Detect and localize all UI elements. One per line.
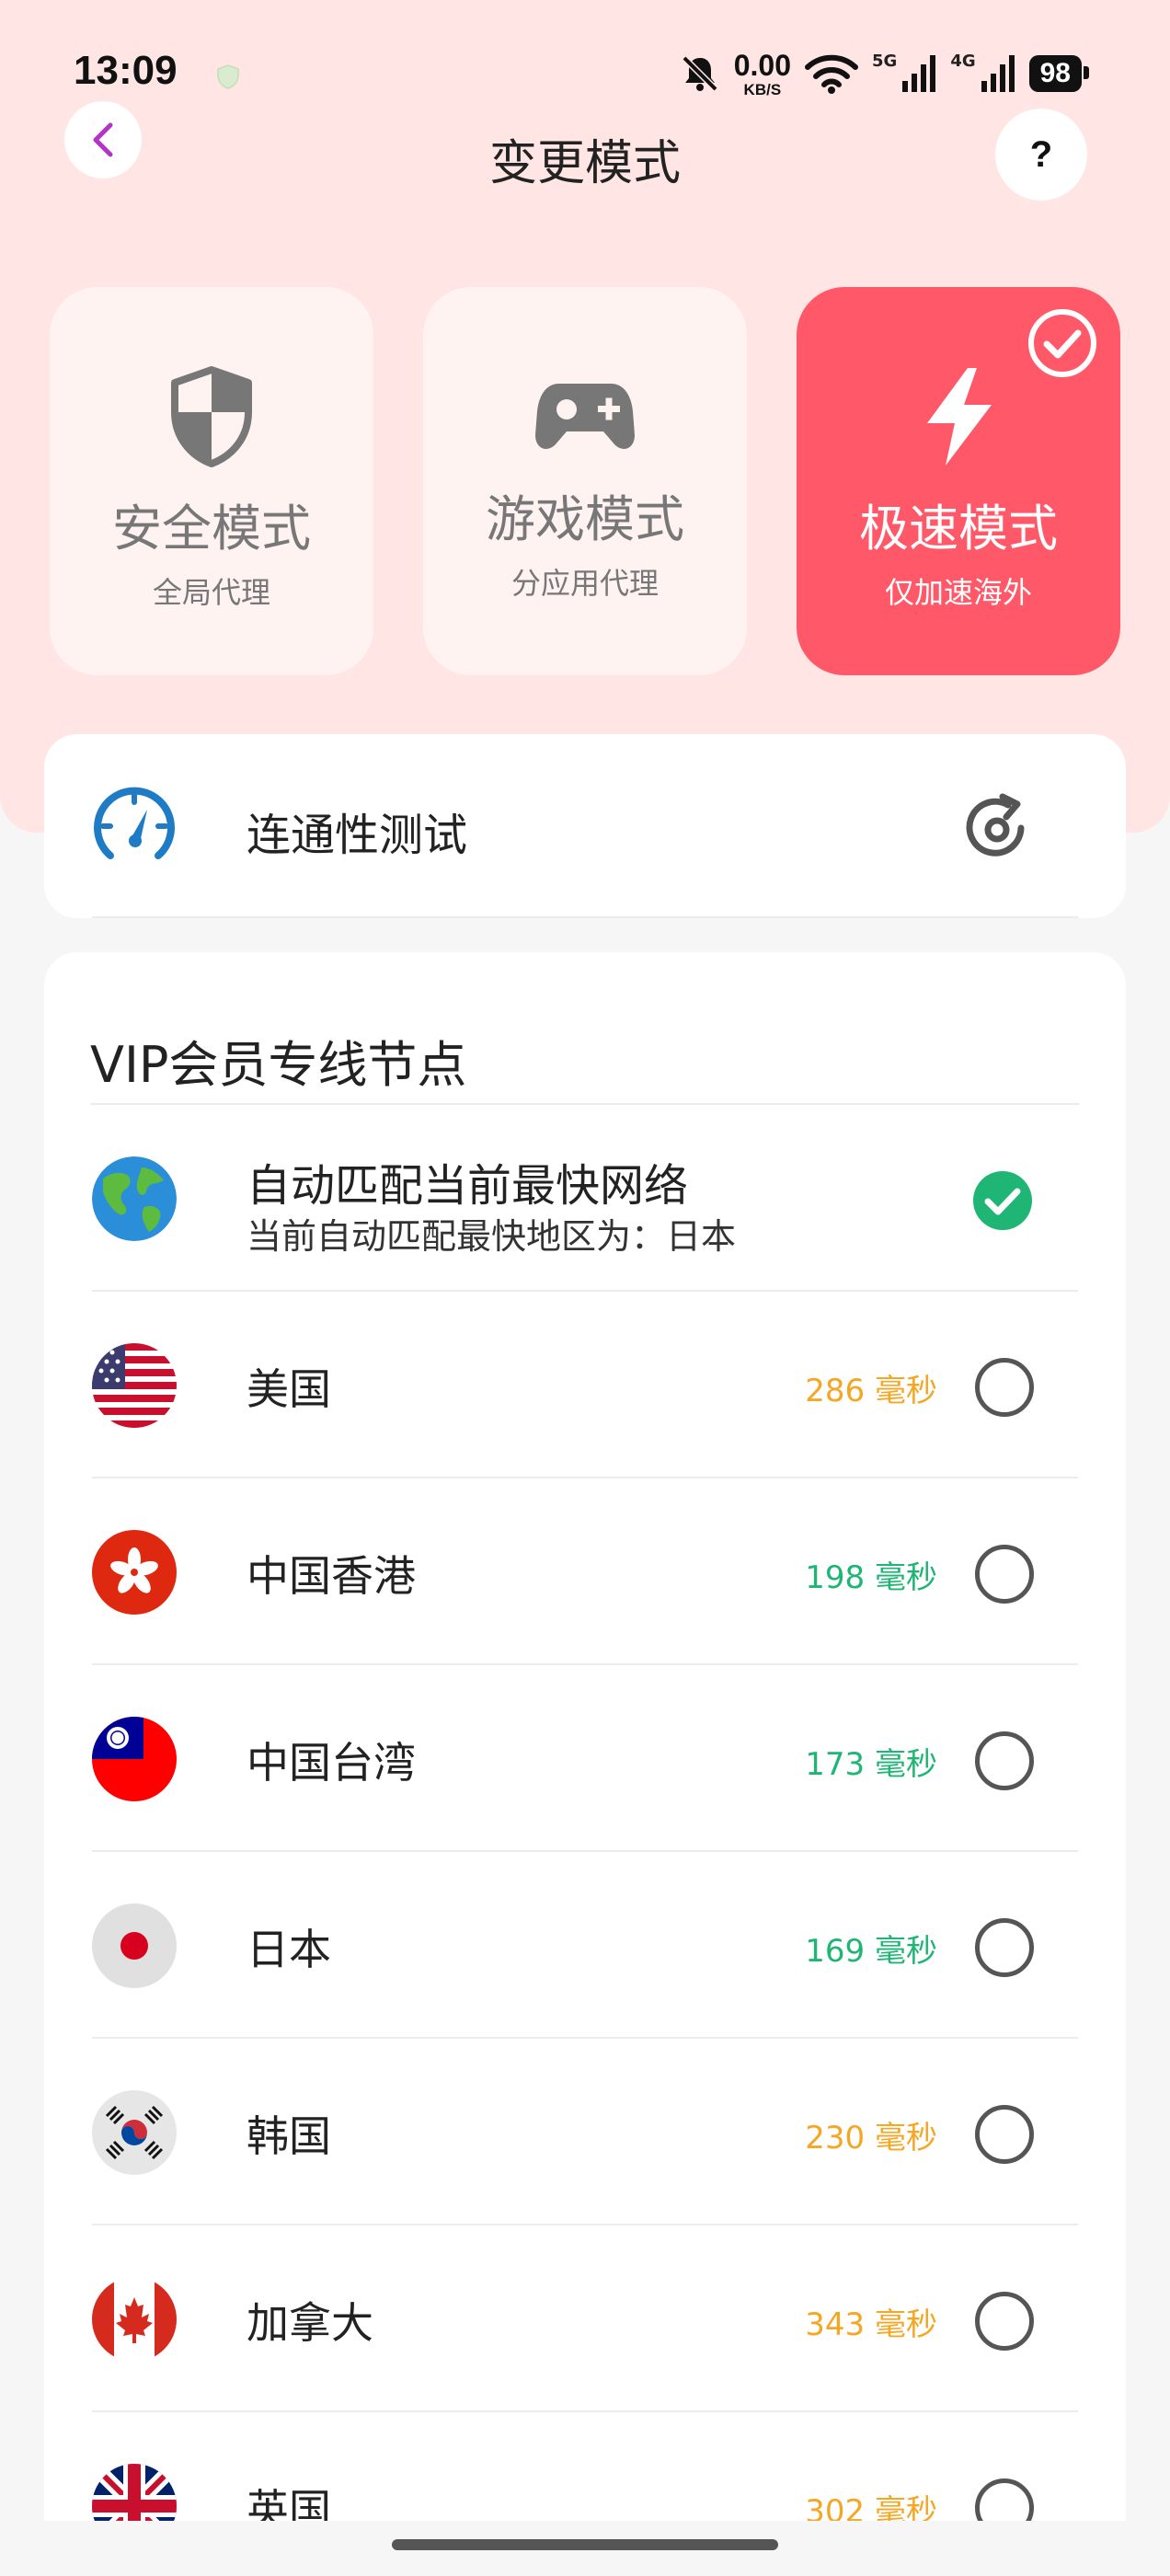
radio-button[interactable]: [975, 1731, 1034, 1790]
node-item-auto[interactable]: 自动匹配当前最快网络 当前自动匹配最快地区为：日本: [44, 1105, 1126, 1292]
jp-flag-icon: [92, 1903, 177, 1988]
kr-flag-icon: [92, 2090, 177, 2175]
home-indicator[interactable]: [392, 2539, 778, 2550]
check-circle-filled-icon[interactable]: [971, 1169, 1034, 1232]
mode-card-speed[interactable]: 极速模式 仅加速海外: [797, 287, 1120, 675]
node-subtitle: 当前自动匹配最快地区为：日本: [247, 1216, 737, 1257]
hk-flag-icon: [92, 1530, 177, 1615]
check-circle-icon: [1028, 309, 1096, 377]
mode-name: 安全模式: [112, 500, 311, 558]
node-latency: 343 毫秒: [805, 2306, 937, 2343]
node-item-kr[interactable]: 韩国 230 毫秒: [44, 2039, 1126, 2225]
radio-button[interactable]: [975, 1918, 1034, 1977]
gamepad-icon: [535, 384, 635, 449]
lightning-icon: [927, 368, 992, 466]
wifi-icon: [805, 54, 858, 94]
node-item-tw[interactable]: 中国台湾 173 毫秒: [44, 1665, 1126, 1852]
node-item-ca[interactable]: 加拿大 343 毫秒: [44, 2225, 1126, 2412]
signal-bars-icon: [902, 55, 936, 92]
page-title: 变更模式: [488, 136, 681, 191]
node-item-us[interactable]: 美国 286 毫秒: [44, 1292, 1126, 1478]
vpn-shield-icon: [217, 64, 239, 89]
node-name: 美国: [247, 1364, 331, 1414]
vip-nodes-card: VIP会员专线节点 自动匹配当前最快网络 当前自动匹配最快地区为：日本 美国 2…: [44, 952, 1126, 2576]
mute-bell-icon: [682, 55, 718, 92]
signal-4g-label: 4G: [950, 51, 976, 71]
node-item-jp[interactable]: 日本 169 毫秒: [44, 1852, 1126, 2039]
radio-button[interactable]: [975, 2292, 1034, 2351]
mode-subtitle: 全局代理: [152, 575, 270, 610]
node-name: 自动匹配当前最快网络: [247, 1160, 689, 1212]
radio-button[interactable]: [975, 2105, 1034, 2164]
signal-bars-icon: [981, 55, 1015, 92]
signal-5g-label: 5G: [872, 51, 898, 71]
node-latency: 169 毫秒: [805, 1933, 937, 1970]
node-item-hk[interactable]: 中国香港 198 毫秒: [44, 1478, 1126, 1665]
mode-name: 游戏模式: [486, 490, 684, 548]
refresh-icon[interactable]: [960, 791, 1034, 865]
node-latency: 286 毫秒: [805, 1373, 937, 1409]
mode-subtitle: 分应用代理: [510, 566, 659, 601]
node-name: 韩国: [247, 2111, 331, 2161]
globe-icon: [92, 1156, 177, 1241]
node-name: 加拿大: [247, 2298, 373, 2348]
net-speed-unit: KB/S: [743, 80, 782, 98]
status-bar: 13:09 0.00 KB/S 5G 4G 98: [0, 0, 1170, 110]
ca-flag-icon: [92, 2277, 177, 2362]
net-speed: 0.00 KB/S: [734, 51, 791, 98]
battery-indicator: 98: [1028, 55, 1090, 92]
connectivity-test-label: 连通性测试: [247, 810, 468, 861]
us-flag-icon: [92, 1343, 177, 1428]
radio-button[interactable]: [975, 1358, 1034, 1417]
radio-button[interactable]: [975, 1545, 1034, 1604]
vip-section-title: VIP会员专线节点: [90, 1036, 467, 1094]
net-speed-value: 0.00: [733, 48, 791, 82]
node-latency: 230 毫秒: [805, 2120, 937, 2156]
divider: [92, 916, 1078, 918]
help-button[interactable]: ?: [995, 109, 1087, 201]
mode-card-safe[interactable]: 安全模式 全局代理: [50, 287, 373, 675]
tw-flag-icon: [92, 1717, 177, 1801]
shield-icon: [171, 366, 252, 467]
mode-subtitle: 仅加速海外: [884, 575, 1032, 610]
node-latency: 173 毫秒: [805, 1746, 937, 1783]
mode-card-game[interactable]: 游戏模式 分应用代理: [423, 287, 747, 675]
node-latency: 198 毫秒: [805, 1559, 937, 1596]
node-name: 中国台湾: [247, 1738, 416, 1788]
speedometer-icon: [94, 787, 175, 859]
node-name: 日本: [247, 1925, 331, 1974]
status-time: 13:09: [74, 48, 178, 93]
status-icons: 0.00 KB/S 5G 4G 98: [679, 48, 1090, 99]
connectivity-test-card[interactable]: 连通性测试: [44, 734, 1126, 918]
node-name: 中国香港: [247, 1551, 416, 1601]
mode-name: 极速模式: [859, 500, 1058, 558]
